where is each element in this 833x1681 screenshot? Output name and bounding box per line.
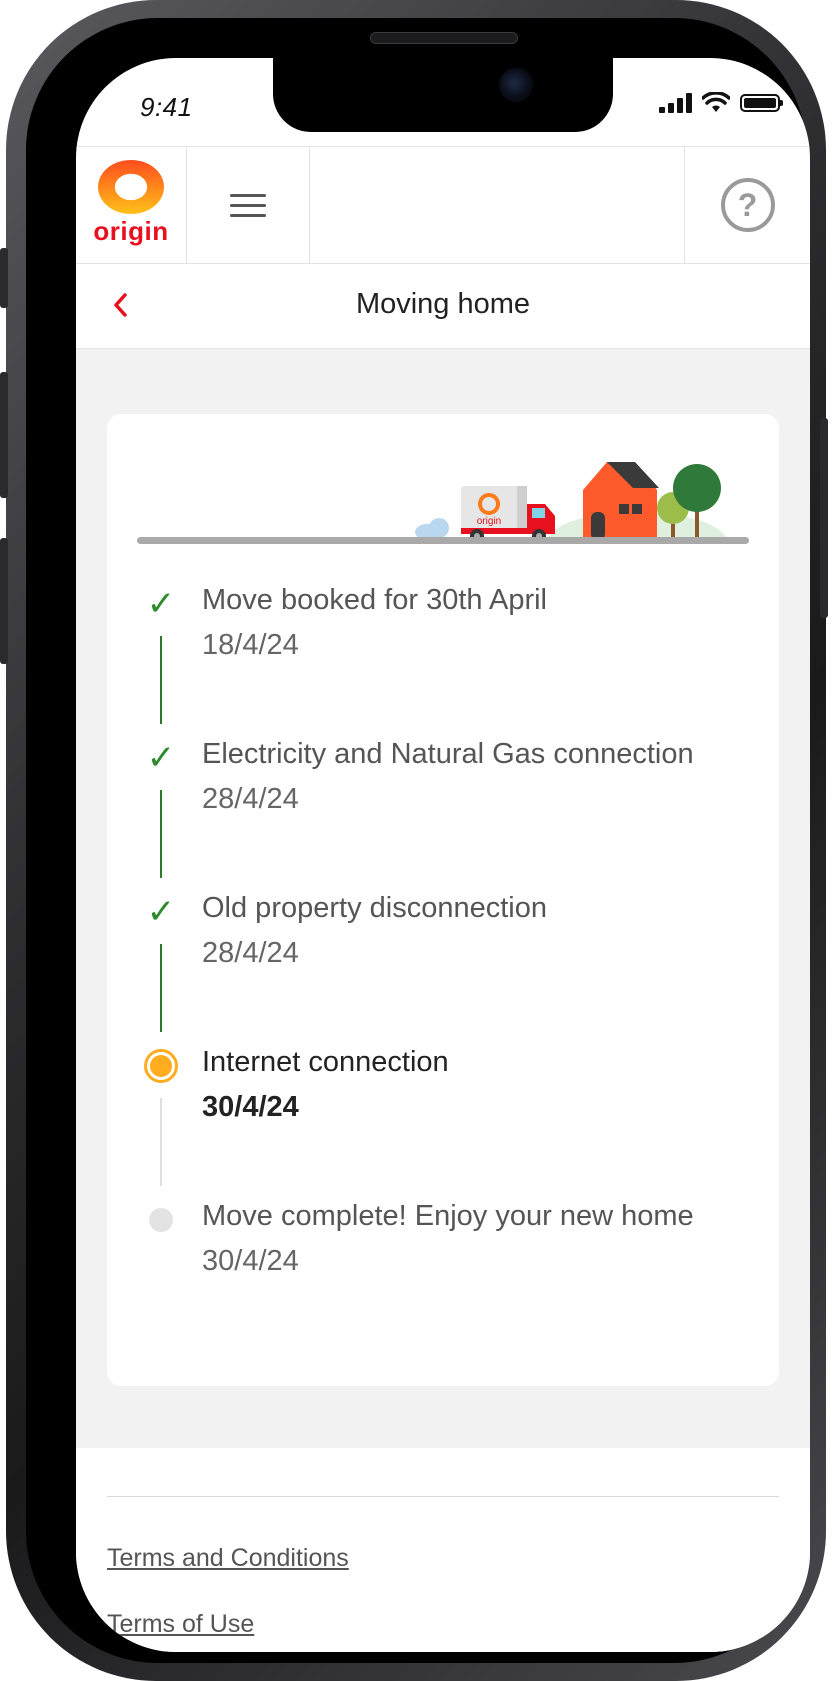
phone-bezel: 9:41 origin ? Moving home origin ✓ Move … <box>26 18 810 1663</box>
volume-up-button <box>0 372 8 498</box>
timeline-connector <box>160 636 162 724</box>
timeline-connector-pending <box>160 1098 162 1186</box>
status-time: 9:41 <box>140 92 193 122</box>
ground-line <box>137 537 749 544</box>
moving-illustration: origin <box>137 454 749 544</box>
step-title: Internet connection <box>202 1046 449 1078</box>
phone-frame: 9:41 origin ? Moving home origin ✓ Move … <box>0 0 828 1681</box>
phone-screen: 9:41 origin ? Moving home origin ✓ Move … <box>76 58 810 1652</box>
check-icon: ✓ <box>146 739 176 777</box>
hamburger-icon <box>230 193 266 217</box>
header-spacer <box>310 147 685 263</box>
pending-dot-icon <box>141 1200 181 1240</box>
content-area: origin ✓ Move booked for 30th April 18/4… <box>76 349 810 1448</box>
step-date: 30/4/24 <box>202 1091 299 1123</box>
check-icon: ✓ <box>146 893 176 931</box>
step-date: 18/4/24 <box>202 629 299 661</box>
step-title: Move complete! Enjoy your new home <box>202 1200 694 1232</box>
earpiece-speaker <box>370 32 518 44</box>
in-progress-icon <box>141 1046 181 1086</box>
step-title: Electricity and Natural Gas connection <box>202 738 694 770</box>
step-title: Old property disconnection <box>202 892 547 924</box>
terms-of-use-link[interactable]: Terms of Use <box>107 1610 254 1639</box>
power-button <box>820 418 828 618</box>
timeline-connector <box>160 790 162 878</box>
footer: Terms and Conditions Terms of Use <box>76 1448 810 1652</box>
terms-and-conditions-link[interactable]: Terms and Conditions <box>107 1544 349 1573</box>
moving-scene-icon: origin <box>415 462 727 544</box>
timeline-connector <box>160 944 162 1032</box>
signal-icon <box>659 93 692 113</box>
check-icon: ✓ <box>146 585 176 623</box>
svg-text:origin: origin <box>477 516 501 527</box>
volume-down-button <box>0 538 8 664</box>
step-date: 30/4/24 <box>202 1245 299 1277</box>
mute-switch <box>0 248 8 308</box>
menu-button[interactable] <box>187 147 310 263</box>
origin-logo-ring-icon <box>98 159 164 214</box>
help-circle-icon: ? <box>720 178 775 232</box>
logo-text: origin <box>93 215 169 246</box>
app-header: origin ? <box>76 146 810 264</box>
title-bar: Moving home <box>76 263 810 349</box>
step-date: 28/4/24 <box>202 937 299 969</box>
battery-icon <box>740 94 783 112</box>
footer-divider <box>107 1496 779 1497</box>
step-date: 28/4/24 <box>202 783 299 815</box>
front-camera <box>499 68 533 102</box>
notch <box>273 58 613 132</box>
page-title: Moving home <box>355 288 531 320</box>
wifi-icon <box>702 92 730 112</box>
help-button[interactable]: ? <box>685 147 810 263</box>
moving-progress-card: origin ✓ Move booked for 30th April 18/4… <box>107 414 779 1386</box>
status-icons <box>659 92 783 114</box>
origin-logo[interactable]: origin <box>76 147 187 263</box>
step-title: Move booked for 30th April <box>202 584 547 616</box>
